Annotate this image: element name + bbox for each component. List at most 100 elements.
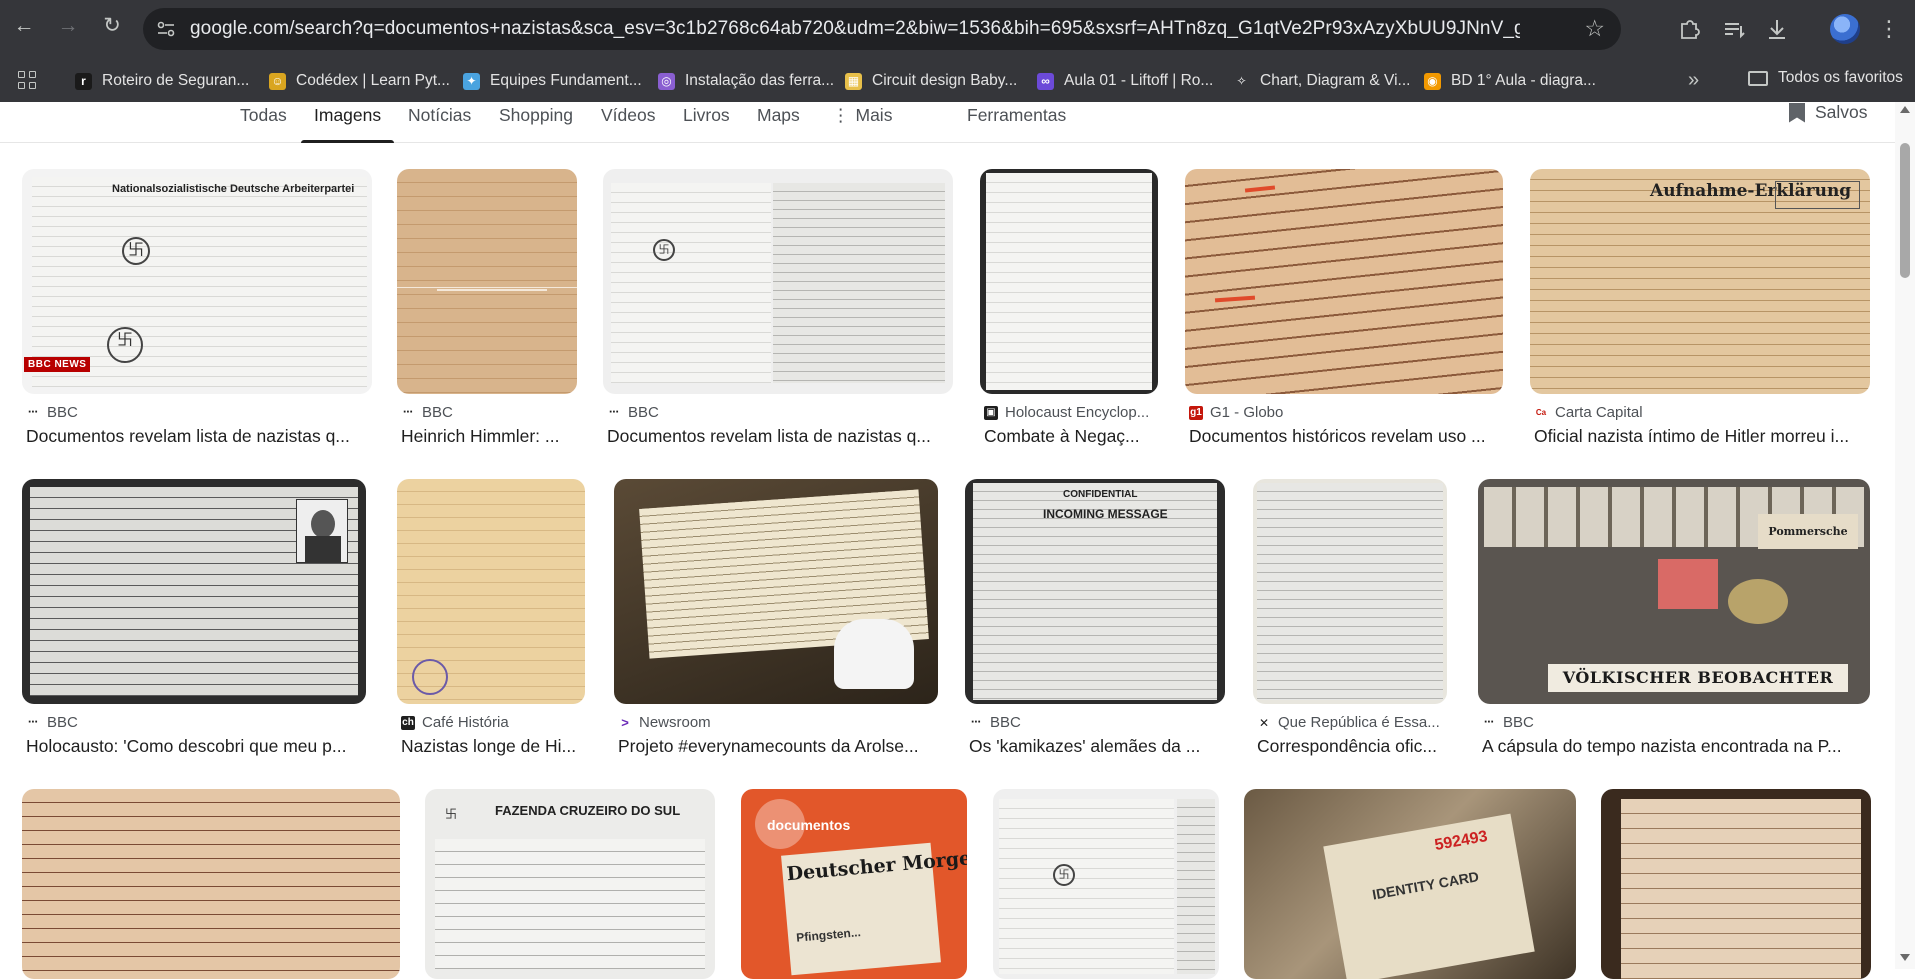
result-title[interactable]: A cápsula do tempo nazista encontrada na… [1482,736,1872,757]
result-thumbnail[interactable] [980,169,1158,394]
image-result[interactable]: 592493 IDENTITY CARD [1244,789,1578,979]
result-source[interactable]: ⋯ BBC [607,404,947,421]
profile-avatar[interactable] [1830,14,1860,44]
tab-livros[interactable]: Livros [683,105,730,139]
image-result[interactable]: FAZENDA CRUZEIRO DO SUL 卐 [425,789,717,979]
tab-imagens[interactable]: Imagens [300,105,395,143]
result-thumbnail[interactable] [22,479,366,704]
result-title[interactable]: Documentos revelam lista de nazistas q..… [607,426,957,447]
result-source[interactable]: ⋯ BBC [401,404,576,421]
result-source[interactable]: Ca Carta Capital [1534,404,1870,421]
carta-capital-favicon: Ca [1534,405,1548,420]
result-title[interactable]: Correspondência ofic... [1257,736,1449,757]
reload-icon[interactable]: ↻ [97,11,127,41]
image-result[interactable] [1601,789,1873,979]
image-result[interactable]: Nationalsozialistische Deutsche Arbeiter… [22,169,374,454]
result-thumbnail[interactable]: Nationalsozialistische Deutsche Arbeiter… [22,169,372,394]
image-result[interactable]: documentos Deutscher Morgen Pfingsten... [741,789,969,979]
fazenda-heading: FAZENDA CRUZEIRO DO SUL [495,803,681,818]
tab-todas[interactable]: Todas [240,105,287,139]
result-title[interactable]: Combate à Negaç... [984,426,1160,447]
source-name: BBC [47,714,78,731]
folder-icon [1748,70,1768,86]
result-source[interactable]: g1 G1 - Globo [1189,404,1505,421]
scrollbar-thumb[interactable] [1900,143,1910,278]
tab-maps[interactable]: Maps [757,105,800,139]
bookmark-item[interactable]: ◉ BD 1° Aula - diagra... [1424,69,1596,93]
scroll-up-arrow-icon[interactable] [1900,106,1910,113]
result-title[interactable]: Oficial nazista íntimo de Hitler morreu … [1534,426,1870,447]
image-result[interactable]: CONFIDENTIAL INCOMING MESSAGE ⋯ BBC Os '… [965,479,1227,764]
image-result[interactable]: ⋯ BBC Holocausto: 'Como descobri que meu… [22,479,368,764]
bookmark-item[interactable]: r Roteiro de Seguran... [75,69,249,93]
result-source[interactable]: ch Café História [401,714,587,731]
result-title[interactable]: Projeto #everynamecounts da Arolse... [618,736,940,757]
bookmark-item[interactable]: ∞ Aula 01 - Liftoff | Ro... [1037,69,1213,93]
result-title[interactable]: Heinrich Himmler: ... [401,426,579,447]
bookmark-star-icon[interactable]: ☆ [1584,15,1605,42]
image-result[interactable]: ✕ Que República é Essa... Correspondênci… [1253,479,1449,764]
forward-arrow-icon[interactable]: → [53,11,83,41]
all-bookmarks-folder[interactable]: Todos os favoritos [1748,69,1903,87]
bookmark-item[interactable]: ✦ Equipes Fundament... [463,69,642,93]
result-source[interactable]: ⋯ BBC [1482,714,1872,731]
image-result[interactable]: Pommersche VÖLKISCHER BEOBACHTER ⋯ BBC A… [1478,479,1872,764]
result-source[interactable]: ⋯ BBC [26,714,366,731]
result-thumbnail[interactable]: Aufnahme-Erklärung [1530,169,1870,394]
result-thumbnail[interactable]: documentos Deutscher Morgen Pfingsten... [741,789,967,979]
extensions-icon[interactable] [1674,14,1704,44]
result-thumbnail[interactable]: FAZENDA CRUZEIRO DO SUL 卐 [425,789,715,979]
bookmark-item[interactable]: ☺ Codédex | Learn Pyt... [269,69,450,93]
result-title[interactable]: Documentos revelam lista de nazistas q..… [26,426,376,447]
image-result[interactable]: 卐 [993,789,1221,979]
download-icon[interactable] [1762,14,1792,44]
tab-noticias[interactable]: Notícias [408,105,471,139]
more-menu-icon[interactable]: ⋮ [1878,14,1900,44]
result-title[interactable]: Os 'kamikazes' alemães da ... [969,736,1227,757]
tab-shopping[interactable]: Shopping [499,105,573,139]
back-arrow-icon[interactable]: ← [9,11,39,41]
image-result[interactable]: Aufnahme-Erklärung Ca Carta Capital Ofic… [1530,169,1872,454]
result-thumbnail[interactable]: CONFIDENTIAL INCOMING MESSAGE [965,479,1225,704]
more-bookmarks-chevron-icon[interactable]: » [1688,69,1699,92]
bookmark-item[interactable]: ▦ Circuit design Baby... [845,69,1017,93]
result-thumbnail[interactable] [1185,169,1503,394]
result-source[interactable]: ⋯ BBC [969,714,1227,731]
result-thumbnail[interactable] [397,169,577,394]
image-result[interactable]: ⋯ BBC Heinrich Himmler: ... [397,169,579,454]
saved-button[interactable]: Salvos [1789,102,1868,123]
result-thumbnail[interactable]: Pommersche VÖLKISCHER BEOBACHTER [1478,479,1870,704]
result-thumbnail[interactable]: 592493 IDENTITY CARD [1244,789,1576,979]
result-title[interactable]: Documentos históricos revelam uso ... [1189,426,1505,447]
result-thumbnail[interactable] [22,789,400,979]
tab-videos[interactable]: Vídeos [601,105,655,139]
reading-list-icon[interactable] [1719,14,1749,44]
tab-mais[interactable]: ⋮ Mais [832,105,892,139]
image-result[interactable]: g1 G1 - Globo Documentos históricos reve… [1185,169,1505,454]
url-text[interactable]: google.com/search?q=documentos+nazistas&… [190,18,1520,40]
address-bar[interactable]: google.com/search?q=documentos+nazistas&… [143,8,1621,50]
result-thumbnail[interactable]: 卐 [993,789,1219,979]
image-result[interactable]: ▣ Holocaust Encyclop... Combate à Negaç.… [980,169,1160,454]
image-result[interactable]: > Newsroom Projeto #everynamecounts da A… [614,479,940,764]
result-source[interactable]: ✕ Que República é Essa... [1257,714,1449,731]
image-result[interactable]: ch Café História Nazistas longe de Hi... [397,479,587,764]
tab-ferramentas[interactable]: Ferramentas [967,105,1066,139]
result-source[interactable]: > Newsroom [618,714,940,731]
result-title[interactable]: Nazistas longe de Hi... [401,736,587,757]
result-thumbnail[interactable] [614,479,938,704]
result-source[interactable]: ▣ Holocaust Encyclop... [984,404,1160,421]
result-thumbnail[interactable] [1253,479,1447,704]
apps-grid-icon[interactable] [18,71,38,91]
image-result[interactable] [22,789,400,979]
bookmark-item[interactable]: ◎ Instalação das ferra... [658,69,834,93]
result-title[interactable]: Holocausto: 'Como descobri que meu p... [26,736,370,757]
image-result[interactable]: 卐 ⋯ BBC Documentos revelam lista de nazi… [603,169,955,454]
site-info-icon[interactable] [155,18,177,40]
result-source[interactable]: ⋯ BBC [26,404,366,421]
result-thumbnail[interactable]: 卐 [603,169,953,394]
scroll-down-arrow-icon[interactable] [1900,954,1910,961]
result-thumbnail[interactable] [397,479,585,704]
result-thumbnail[interactable] [1601,789,1871,979]
bookmark-item[interactable]: ✧ Chart, Diagram & Vi... [1233,69,1410,93]
